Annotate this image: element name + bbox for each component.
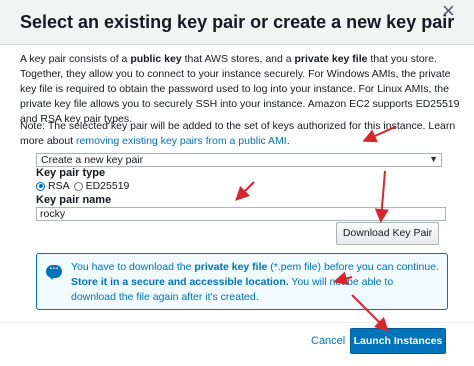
key-pair-dialog: Select an existing key pair or create a … — [0, 0, 474, 366]
annotation-arrow — [374, 170, 389, 223]
annotation-overlay — [235, 126, 396, 332]
annotation-arrow — [235, 181, 255, 201]
annotation-arrow — [362, 126, 396, 143]
annotation-arrow — [333, 271, 353, 286]
annotation-arrow — [351, 294, 389, 332]
